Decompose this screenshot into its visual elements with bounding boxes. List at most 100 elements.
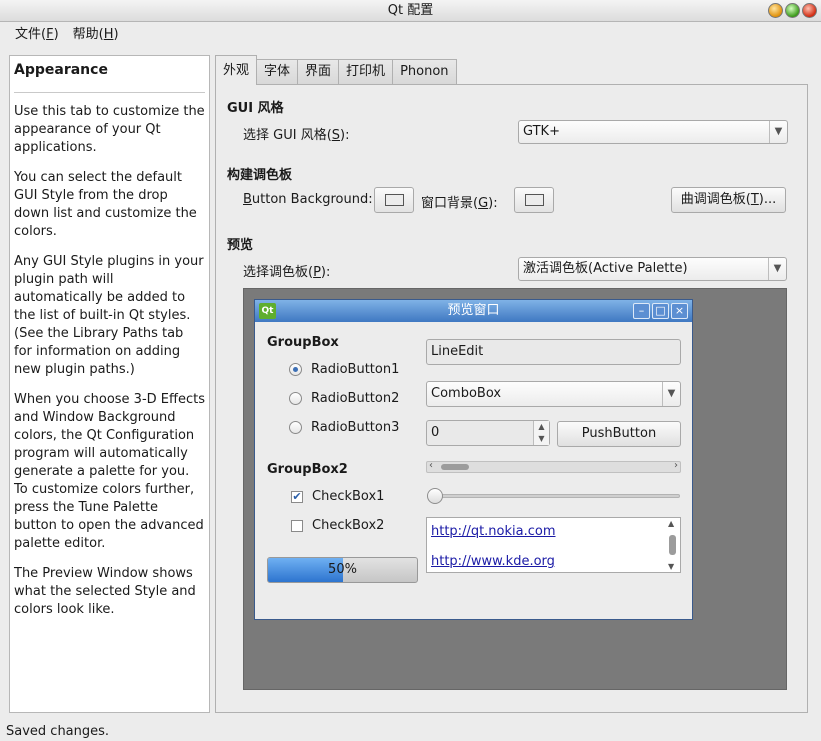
palette-select-value: 激活调色板(Active Palette) <box>523 261 688 276</box>
palette-select-label-text: 选择调色板( <box>243 265 314 280</box>
preview-minimize-button[interactable]: – <box>633 303 650 319</box>
check-icon: ✔ <box>291 489 303 503</box>
gui-style-combobox[interactable]: GTK+ ▼ <box>518 120 788 144</box>
groupbox2-title: GroupBox2 <box>267 462 348 477</box>
preview-push-button[interactable]: PushButton <box>557 421 681 447</box>
help-paragraph: Use this tab to customize the appearance… <box>14 104 205 155</box>
radio-label: RadioButton3 <box>311 420 400 435</box>
window-title: Qt 配置 <box>387 3 434 18</box>
tab-fonts[interactable]: 字体 <box>257 59 299 84</box>
close-button[interactable] <box>802 3 817 18</box>
radio-button-2[interactable]: RadioButton2 <box>289 391 399 406</box>
preview-window-titlebar: Qt 预览窗口 – □ × <box>255 300 692 322</box>
maximize-button[interactable] <box>785 3 800 18</box>
menu-file-label: 文件( <box>15 27 47 42</box>
preview-combobox-value: ComboBox <box>431 386 502 401</box>
preview-lineedit[interactable]: LineEdit <box>426 339 681 365</box>
window-background-label: 窗口背景(G): <box>421 192 498 211</box>
status-bar: Saved changes. <box>0 719 821 741</box>
status-text: Saved changes. <box>6 724 110 739</box>
checkbox-label: CheckBox2 <box>312 518 385 533</box>
button-background-text: utton Background: <box>251 192 373 207</box>
menu-help-mnemonic: H <box>103 27 114 42</box>
progress-text: 50% <box>328 562 357 577</box>
link-qt-nokia[interactable]: http://qt.nokia.com <box>431 524 556 539</box>
minimize-button[interactable] <box>768 3 783 18</box>
tab-bar: 外观 字体 界面 打印机 Phonon <box>215 55 457 85</box>
palette-select-label: 选择调色板(P): <box>243 261 330 280</box>
radio-button-1[interactable]: RadioButton1 <box>289 362 399 377</box>
preview-window-title: 预览窗口 <box>447 303 500 318</box>
gui-style-section-title: GUI 风格 <box>227 101 284 116</box>
menubar: 文件(F) 帮助(H) <box>0 22 821 47</box>
scrollbar-thumb[interactable] <box>669 535 676 555</box>
chevron-down-icon: ▼ <box>768 258 786 280</box>
palette-select-combobox[interactable]: 激活调色板(Active Palette) ▼ <box>518 257 787 281</box>
help-panel[interactable]: Appearance Use this tab to customize the… <box>9 55 210 713</box>
help-paragraph: The Preview Window shows what the select… <box>14 566 196 617</box>
preview-maximize-button[interactable]: □ <box>652 303 669 319</box>
color-swatch <box>525 194 544 206</box>
preview-close-button[interactable]: × <box>671 303 688 319</box>
menu-help[interactable]: 帮助(H) <box>66 22 126 47</box>
gui-style-label-mnemonic: S <box>331 128 341 143</box>
gui-style-label-text: 选择 GUI 风格( <box>243 128 332 143</box>
window-titlebar: Qt 配置 <box>0 0 821 22</box>
gui-style-value: GTK+ <box>523 124 560 139</box>
preview-slider-handle[interactable] <box>427 488 443 504</box>
help-paragraph: Any GUI Style plugins in your plugin pat… <box>14 254 204 377</box>
tab-phonon[interactable]: Phonon <box>393 59 457 84</box>
qt-logo-icon: Qt <box>259 303 276 319</box>
menu-file[interactable]: 文件(F) <box>8 22 66 47</box>
palette-select-label-mnemonic: P <box>313 265 321 280</box>
radio-indicator <box>289 363 302 376</box>
menu-file-label-end: ) <box>53 27 59 42</box>
text-browser-vertical-scrollbar[interactable]: ▲ ▼ <box>667 519 679 571</box>
tab-interface[interactable]: 界面 <box>298 59 340 84</box>
menu-help-label: 帮助( <box>72 27 104 42</box>
help-divider <box>14 92 205 93</box>
tab-appearance[interactable]: 外观 <box>215 55 258 85</box>
palette-section-title: 构建调色板 <box>227 168 293 183</box>
tab-printer[interactable]: 打印机 <box>339 59 394 84</box>
tune-palette-label: 曲调调色板( <box>680 192 751 207</box>
scroll-up-icon: ▲ <box>668 519 675 528</box>
preview-combobox[interactable]: ComboBox ▼ <box>426 381 681 407</box>
checkbox-2[interactable]: CheckBox2 <box>291 518 384 533</box>
scroll-down-icon: ▼ <box>668 562 675 571</box>
color-swatch <box>385 194 404 206</box>
groupbox1-title: GroupBox <box>267 335 339 350</box>
checkbox-indicator <box>291 519 303 532</box>
chevron-down-icon: ▼ <box>662 382 680 406</box>
window-controls <box>768 3 817 18</box>
gui-style-label-end: ): <box>340 128 350 143</box>
link-kde[interactable]: http://www.kde.org <box>431 554 555 569</box>
preview-window-controls: – □ × <box>633 303 688 319</box>
tune-palette-label-end: )... <box>758 192 777 207</box>
preview-progress-bar: 50% <box>267 557 418 583</box>
button-background-mnemonic: B <box>243 192 252 207</box>
checkbox-1[interactable]: ✔ CheckBox1 <box>291 489 384 504</box>
preview-text-browser[interactable]: http://qt.nokia.com http://www.kde.org ▲… <box>426 517 681 573</box>
radio-indicator <box>289 421 302 434</box>
help-paragraph: When you choose 3-D Effects and Window B… <box>14 392 205 551</box>
window-background-text: 窗口背景( <box>421 196 479 211</box>
palette-select-label-end: ): <box>320 265 331 280</box>
scroll-right-icon: › <box>674 460 678 471</box>
menu-help-label-end: ) <box>113 27 119 42</box>
scrollbar-thumb[interactable] <box>441 464 469 470</box>
button-background-label: Button Background: <box>243 192 373 207</box>
preview-horizontal-scrollbar[interactable]: ‹ › <box>426 460 681 473</box>
window-background-mnemonic: G <box>478 196 489 211</box>
preview-slider-track[interactable] <box>430 494 680 498</box>
preview-spinbox[interactable]: 0 ▲ ▼ <box>426 420 550 446</box>
button-background-color-button[interactable] <box>374 187 414 213</box>
radio-indicator <box>289 392 302 405</box>
radio-button-3[interactable]: RadioButton3 <box>289 420 399 435</box>
spin-arrows-icon[interactable]: ▲ ▼ <box>533 421 549 445</box>
gui-style-label: 选择 GUI 风格(S): <box>243 124 349 143</box>
window-background-color-button[interactable] <box>514 187 554 213</box>
tune-palette-button[interactable]: 曲调调色板(T)... <box>671 187 786 213</box>
tune-palette-mnemonic: T <box>750 192 759 207</box>
radio-label: RadioButton2 <box>311 391 400 406</box>
